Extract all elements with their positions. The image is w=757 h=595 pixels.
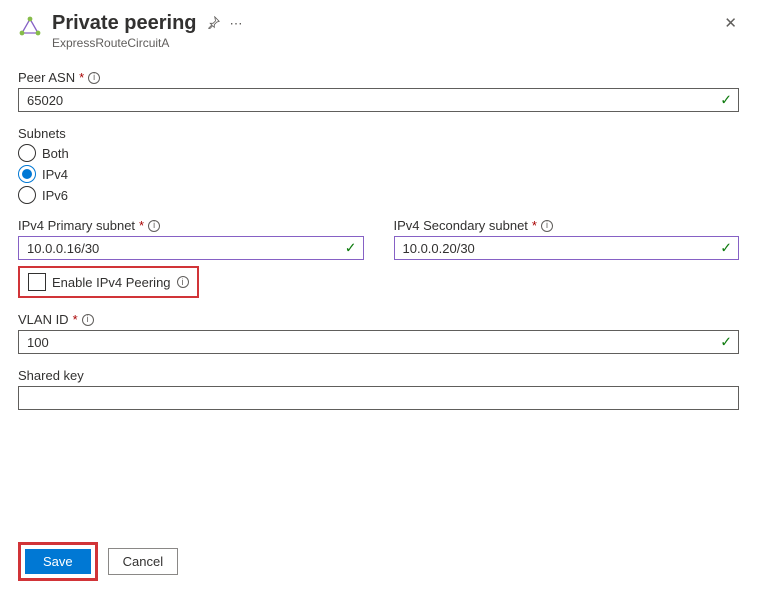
enable-ipv4-label: Enable IPv4 Peering (52, 275, 171, 290)
radio-both[interactable]: Both (18, 144, 739, 162)
required-marker: * (532, 218, 537, 233)
ipv4-primary-field: IPv4 Primary subnet * i ✓ (18, 218, 364, 260)
radio-ipv4-label: IPv4 (42, 167, 68, 182)
enable-ipv4-peering-row: Enable IPv4 Peering i (18, 266, 199, 298)
info-icon[interactable]: i (148, 220, 160, 232)
required-marker: * (79, 70, 84, 85)
peer-asn-input[interactable] (18, 88, 739, 112)
required-marker: * (73, 312, 78, 327)
vlan-id-field: VLAN ID * i ✓ (18, 312, 739, 354)
info-icon[interactable]: i (177, 276, 189, 288)
shared-key-field: Shared key (18, 368, 739, 410)
shared-key-label: Shared key (18, 368, 84, 383)
peering-logo-icon (18, 16, 42, 40)
ipv4-secondary-input[interactable] (394, 236, 740, 260)
pin-icon[interactable] (207, 16, 220, 32)
header: Private peering ⋯ ExpressRouteCircuitA ✕ (18, 12, 739, 50)
more-icon[interactable]: ⋯ (230, 16, 243, 32)
peer-asn-field: Peer ASN * i ✓ (18, 70, 739, 112)
ipv4-primary-input[interactable] (18, 236, 364, 260)
page-title: Private peering (52, 12, 197, 35)
cancel-button[interactable]: Cancel (108, 548, 178, 575)
vlan-id-label: VLAN ID (18, 312, 69, 327)
save-button[interactable]: Save (25, 549, 91, 574)
radio-both-label: Both (42, 146, 69, 161)
radio-ipv6[interactable]: IPv6 (18, 186, 739, 204)
ipv4-primary-label: IPv4 Primary subnet (18, 218, 135, 233)
close-icon[interactable]: ✕ (724, 14, 737, 32)
footer-actions: Save Cancel (18, 542, 178, 581)
vlan-id-input[interactable] (18, 330, 739, 354)
info-icon[interactable]: i (82, 314, 94, 326)
enable-ipv4-checkbox[interactable] (28, 273, 46, 291)
save-highlight: Save (18, 542, 98, 581)
breadcrumb-subtitle: ExpressRouteCircuitA (52, 36, 739, 50)
subnets-field: Subnets Both IPv4 IPv6 (18, 126, 739, 204)
peer-asn-label: Peer ASN (18, 70, 75, 85)
info-icon[interactable]: i (88, 72, 100, 84)
ipv4-secondary-field: IPv4 Secondary subnet * i ✓ (394, 218, 740, 260)
ipv4-secondary-label: IPv4 Secondary subnet (394, 218, 528, 233)
info-icon[interactable]: i (541, 220, 553, 232)
shared-key-input[interactable] (18, 386, 739, 410)
radio-ipv6-label: IPv6 (42, 188, 68, 203)
required-marker: * (139, 218, 144, 233)
subnets-label: Subnets (18, 126, 66, 141)
radio-ipv4[interactable]: IPv4 (18, 165, 739, 183)
